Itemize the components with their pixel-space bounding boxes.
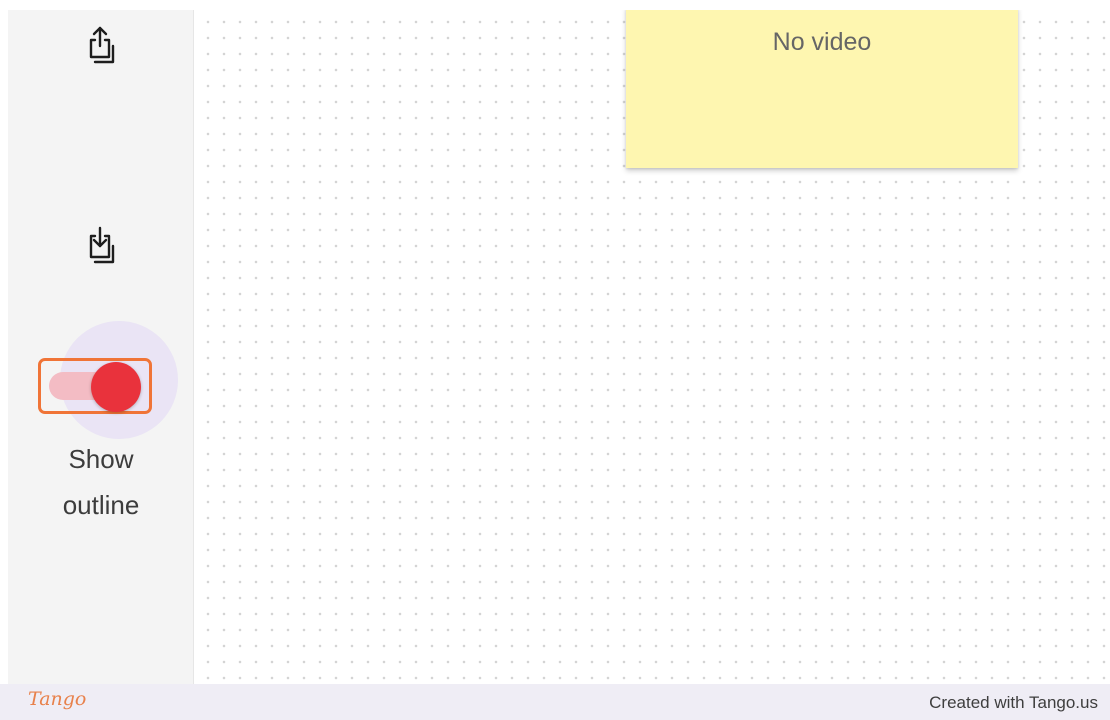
download-import-icon [89, 226, 115, 264]
import-button[interactable] [76, 220, 124, 268]
share-upload-icon [89, 26, 115, 64]
sticky-note[interactable]: No video [626, 10, 1018, 168]
show-outline-toggle[interactable] [38, 358, 152, 414]
created-with-credit: Created with Tango.us [929, 693, 1098, 712]
sidebar: Show outline [8, 10, 194, 684]
show-outline-label: Show outline [28, 436, 174, 528]
dotted-canvas[interactable]: No video [194, 10, 1110, 684]
app-window: Show outline No video Tango Created with… [0, 0, 1110, 720]
tango-logo: Tango [28, 688, 87, 710]
footer-bar: Tango Created with Tango.us [0, 684, 1110, 720]
show-outline-label-line2: outline [62, 490, 140, 520]
export-button[interactable] [76, 20, 124, 68]
sticky-note-text: No video [772, 28, 872, 56]
workspace: Show outline No video [8, 10, 1110, 684]
toggle-thumb[interactable] [91, 362, 141, 412]
show-outline-label-line1: Show [68, 444, 134, 474]
